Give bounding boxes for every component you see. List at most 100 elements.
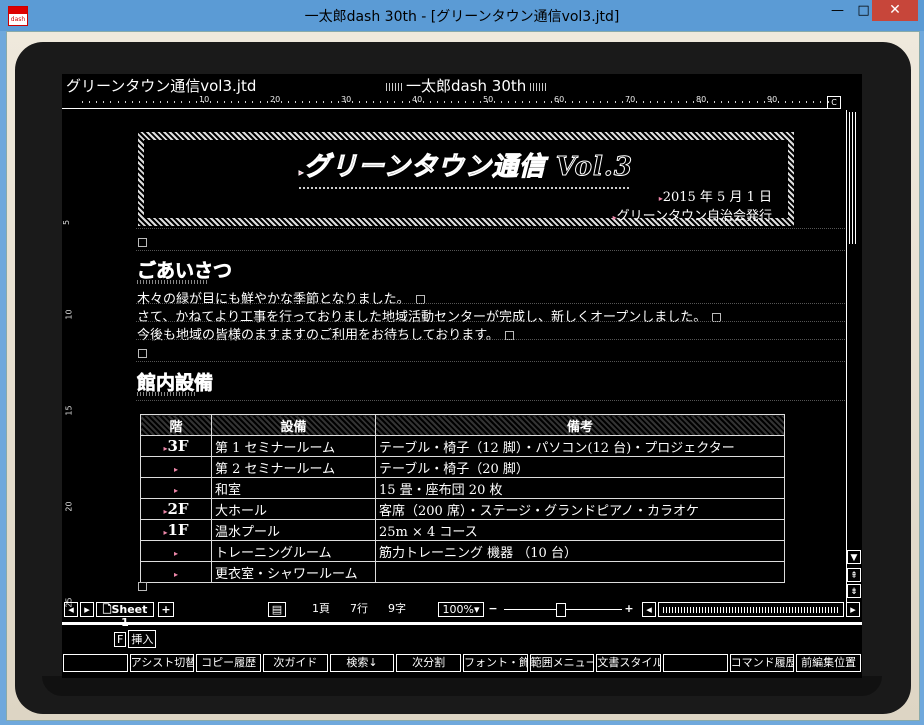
title-bar: dash 一太郎dash 30th - [グリーンタウン通信vol3.jtd] … — [0, 0, 924, 31]
cursor-marker-icon: ▸ — [173, 548, 178, 558]
note-cell: テーブル・椅子（12 脚）・パソコン(12 台)・プロジェクター — [375, 435, 785, 457]
function-key-10[interactable] — [663, 654, 728, 672]
column-header: 設備 — [211, 414, 376, 436]
newsletter-title: ▸グリーンタウン通信 Vol.3 — [299, 152, 633, 183]
table-header-row: 階 設備 備考 — [140, 414, 785, 436]
note-cell: 客席（200 席）・ステージ・グランドピアノ・カラオケ — [375, 498, 785, 520]
facility-heading: 館内設備 — [137, 372, 214, 395]
sheet-tab[interactable]: 🗋Sheet 1 — [96, 602, 154, 629]
function-key-9[interactable]: 文書スタイル — [596, 654, 661, 672]
function-key-1[interactable] — [63, 654, 128, 672]
vertical-scrollbar[interactable]: ▼ ⇞ ⇟ — [846, 110, 861, 602]
function-key-8[interactable]: 範囲メニュー — [529, 654, 595, 672]
cursor-marker-icon: ▸ — [173, 569, 178, 579]
heading-decoration — [137, 280, 209, 284]
floor-cell: ▸ — [140, 540, 212, 562]
function-key-11[interactable]: コマンド履歴 — [729, 654, 795, 672]
zoom-select[interactable]: 100%▾ — [438, 602, 484, 617]
ruler-label: 30 — [341, 95, 352, 104]
status-bar: ◂ ▸ 🗋Sheet 1 + ▤ 1頁 7行 9字 100%▾ − + ◂ ▸ — [62, 602, 862, 629]
divider — [62, 622, 862, 625]
close-button[interactable]: ✕ — [872, 0, 918, 21]
facility-cell: 大ホール — [211, 498, 376, 520]
scroll-thumb[interactable] — [849, 112, 858, 244]
table-row: ▸3F 第 1 セミナールーム テーブル・椅子（12 脚）・パソコン(12 台)・プ… — [140, 435, 785, 457]
facility-cell: 第 2 セミナールーム — [211, 456, 376, 478]
cursor-marker-icon: ▸ — [173, 464, 178, 474]
ruler-label: 10 — [199, 95, 210, 104]
input-mode: F 挿入 — [114, 630, 158, 648]
function-key-12[interactable]: 前編集位置 — [796, 654, 861, 672]
greeting-heading: ごあいさつ — [137, 260, 233, 283]
f-key-indicator: F — [114, 632, 127, 647]
sheet-prev-icon[interactable]: ◂ — [64, 602, 78, 617]
zoom-out-button[interactable]: − — [486, 602, 500, 617]
ruler-corner-button[interactable]: C — [827, 96, 841, 109]
function-key-4[interactable]: 次ガイド — [263, 654, 328, 672]
note-cell: 15 畳・座布団 20 枚 — [375, 477, 785, 499]
table-row: ▸ トレーニングルーム 筋力トレーニング 機器 （10 台） — [140, 540, 785, 562]
page-down-icon[interactable]: ⇟ — [847, 584, 861, 598]
scroll-left-icon[interactable]: ◂ — [642, 602, 656, 617]
crt-bottom — [42, 676, 882, 696]
facility-cell: 温水プール — [211, 519, 376, 541]
function-key-6[interactable]: 次分割 — [396, 654, 461, 672]
minimize-button[interactable]: — — [824, 0, 851, 21]
note-cell — [375, 561, 785, 583]
heading-decoration — [137, 392, 195, 396]
function-key-3[interactable]: コピー履歴 — [196, 654, 261, 672]
ruler-label: 50 — [483, 95, 494, 104]
function-key-bar: アシスト切替コピー履歴次ガイド検索↓次分割フォント・飾り範囲メニュー文書スタイル… — [62, 654, 862, 672]
note-cell: テーブル・椅子（20 脚） — [375, 456, 785, 478]
ruler-label: 90 — [767, 95, 778, 104]
facility-cell: 更衣室・シャワールーム — [211, 561, 376, 583]
function-key-7[interactable]: フォント・飾り — [463, 654, 528, 672]
cursor-position: 1頁 7行 9字 — [288, 602, 410, 617]
table-row: ▸1F 温水プール 25m × 4 コース — [140, 519, 785, 541]
floor-cell: ▸ — [140, 456, 212, 478]
ruler-label: 80 — [696, 95, 707, 104]
note-cell: 25m × 4 コース — [375, 519, 785, 541]
note-cell: 筋力トレーニング 機器 （10 台） — [375, 540, 785, 562]
ruler-label: 70 — [625, 95, 636, 104]
ruler-label: 40 — [412, 95, 423, 104]
facility-cell: 第 1 セミナールーム — [211, 435, 376, 457]
page-number: 1頁 — [312, 602, 330, 615]
publisher: ▸グリーンタウン自治会発行 — [612, 209, 772, 224]
ruler-label: 20 — [270, 95, 281, 104]
scroll-right-icon[interactable]: ▸ — [846, 602, 860, 617]
floor-cell: ▸ — [140, 561, 212, 583]
floor-cell: ▸1F — [140, 519, 212, 541]
line-number: 7行 — [350, 602, 368, 615]
paragraph-mark-icon — [138, 582, 147, 591]
view-mode-icon[interactable]: ▤ — [268, 602, 286, 617]
facility-cell: トレーニングルーム — [211, 540, 376, 562]
paragraph: さて、かねてより工事を行っておりました地域活動センターが完成し、新しくオープンし… — [137, 306, 722, 325]
table-row: ▸ 第 2 セミナールーム テーブル・椅子（20 脚） — [140, 456, 785, 478]
function-key-2[interactable]: アシスト切替 — [129, 654, 195, 672]
window-title: 一太郎dash 30th - [グリーンタウン通信vol3.jtd] — [304, 9, 620, 25]
scroll-down-icon[interactable]: ▼ — [847, 550, 861, 564]
paragraph-mark-icon — [138, 238, 147, 247]
editor-screen: グリーンタウン通信vol3.jtd 一太郎dash 30th 10 20 30 … — [62, 74, 862, 678]
horizontal-ruler[interactable]: 10 20 30 40 50 60 70 80 90 — [62, 95, 840, 109]
char-number: 9字 — [388, 602, 406, 615]
cursor-marker-icon: ▸ — [173, 485, 178, 495]
sheet-next-icon[interactable]: ▸ — [80, 602, 94, 617]
screen-header: グリーンタウン通信vol3.jtd 一太郎dash 30th — [62, 74, 862, 95]
zoom-in-button[interactable]: + — [622, 602, 636, 617]
floor-cell: ▸ — [140, 477, 212, 499]
column-header: 階 — [140, 414, 212, 436]
title-underline — [299, 184, 629, 189]
page-up-icon[interactable]: ⇞ — [847, 568, 861, 582]
facility-cell: 和室 — [211, 477, 376, 499]
zoom-slider-thumb[interactable] — [555, 603, 566, 617]
paragraph: 木々の緑が目にも鮮やかな季節となりました。 — [137, 288, 425, 307]
add-sheet-button[interactable]: + — [158, 602, 174, 617]
issue-date: ▸2015 年 5 月 1 日 — [658, 190, 772, 205]
paragraph-mark-icon — [138, 349, 147, 358]
function-key-5[interactable]: 検索↓ — [329, 654, 395, 672]
document-area[interactable]: ▸グリーンタウン通信 Vol.3 ▸2015 年 5 月 1 日 ▸グリーンタウ… — [62, 110, 846, 606]
horizontal-scrollbar[interactable] — [658, 602, 844, 617]
facility-table[interactable]: 階 設備 備考 ▸3F 第 1 セミナールーム テーブル・椅子（12 脚）・パソコン… — [140, 414, 785, 583]
